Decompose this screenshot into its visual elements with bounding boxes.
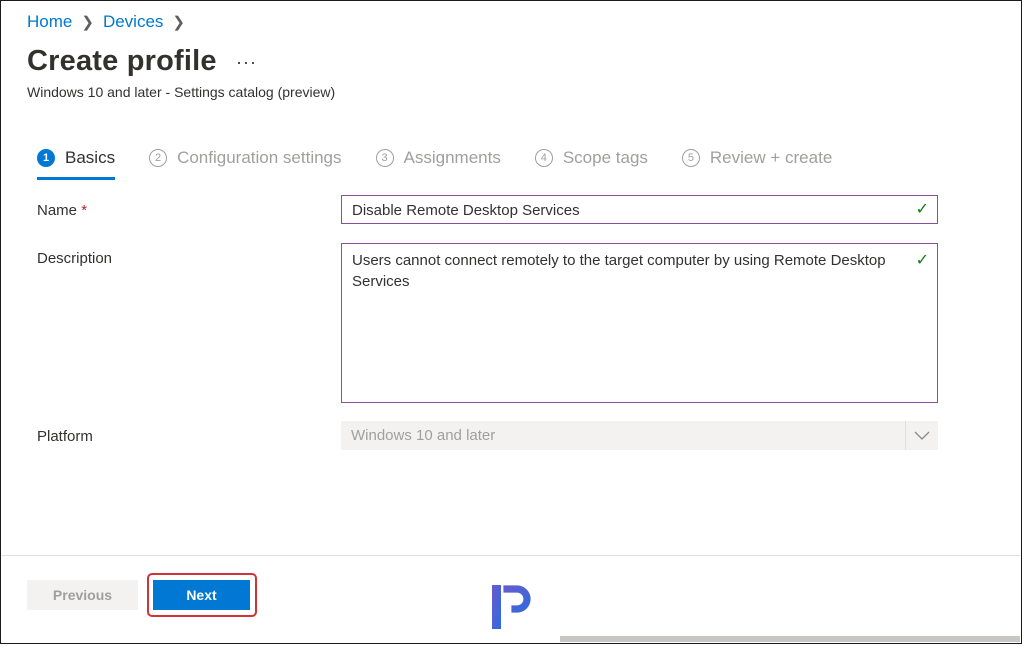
name-input-value: Disable Remote Desktop Services <box>352 202 580 219</box>
breadcrumb-home[interactable]: Home <box>27 12 72 32</box>
step-label: Review + create <box>709 148 833 167</box>
page-subtitle: Windows 10 and later - Settings catalog … <box>27 84 336 100</box>
tab-assignments[interactable]: 3 Assignments <box>375 148 501 168</box>
step-label: Configuration settings <box>177 148 342 167</box>
name-label-text: Name <box>37 202 78 219</box>
name-label: Name * <box>37 202 87 219</box>
chevron-down-icon <box>905 421 938 450</box>
checkmark-icon: ✓ <box>915 201 929 218</box>
checkmark-icon: ✓ <box>915 252 929 269</box>
tab-configuration-settings[interactable]: 2 Configuration settings <box>149 148 342 168</box>
watermark-logo-icon <box>489 582 535 632</box>
page-title: Create profile <box>27 45 217 77</box>
previous-button[interactable]: Previous <box>27 580 138 610</box>
platform-select[interactable]: Windows 10 and later <box>341 421 938 450</box>
step-number: 3 <box>375 149 394 167</box>
horizontal-scrollbar[interactable] <box>560 636 1020 642</box>
step-label: Scope tags <box>562 148 648 167</box>
tab-scope-tags[interactable]: 4 Scope tags <box>534 148 648 168</box>
step-number: 1 <box>37 149 55 167</box>
description-label: Description <box>37 250 113 267</box>
step-number: 5 <box>681 149 700 167</box>
required-mark: * <box>81 202 88 219</box>
next-button-highlight <box>147 573 257 617</box>
platform-label: Platform <box>37 428 93 445</box>
breadcrumb: Home ❯ Devices ❯ <box>27 12 194 32</box>
description-value: Users cannot connect remotely to the tar… <box>352 252 886 290</box>
chevron-right-icon: ❯ <box>81 14 94 31</box>
step-label: Basics <box>65 148 116 167</box>
tab-basics[interactable]: 1 Basics <box>37 148 116 180</box>
step-number: 4 <box>534 149 553 167</box>
chevron-right-icon: ❯ <box>172 14 185 31</box>
footer-divider <box>2 555 1020 556</box>
platform-value: Windows 10 and later <box>351 427 496 444</box>
wizard-steps: 1 Basics 2 Configuration settings 3 Assi… <box>37 148 866 180</box>
description-textarea[interactable]: Users cannot connect remotely to the tar… <box>341 243 938 403</box>
tab-review-create[interactable]: 5 Review + create <box>681 148 833 168</box>
breadcrumb-devices[interactable]: Devices <box>103 12 163 32</box>
name-input[interactable]: Disable Remote Desktop Services ✓ <box>341 195 938 224</box>
step-number: 2 <box>149 149 168 167</box>
step-label: Assignments <box>403 148 501 167</box>
more-options-icon[interactable]: ··· <box>236 52 257 73</box>
